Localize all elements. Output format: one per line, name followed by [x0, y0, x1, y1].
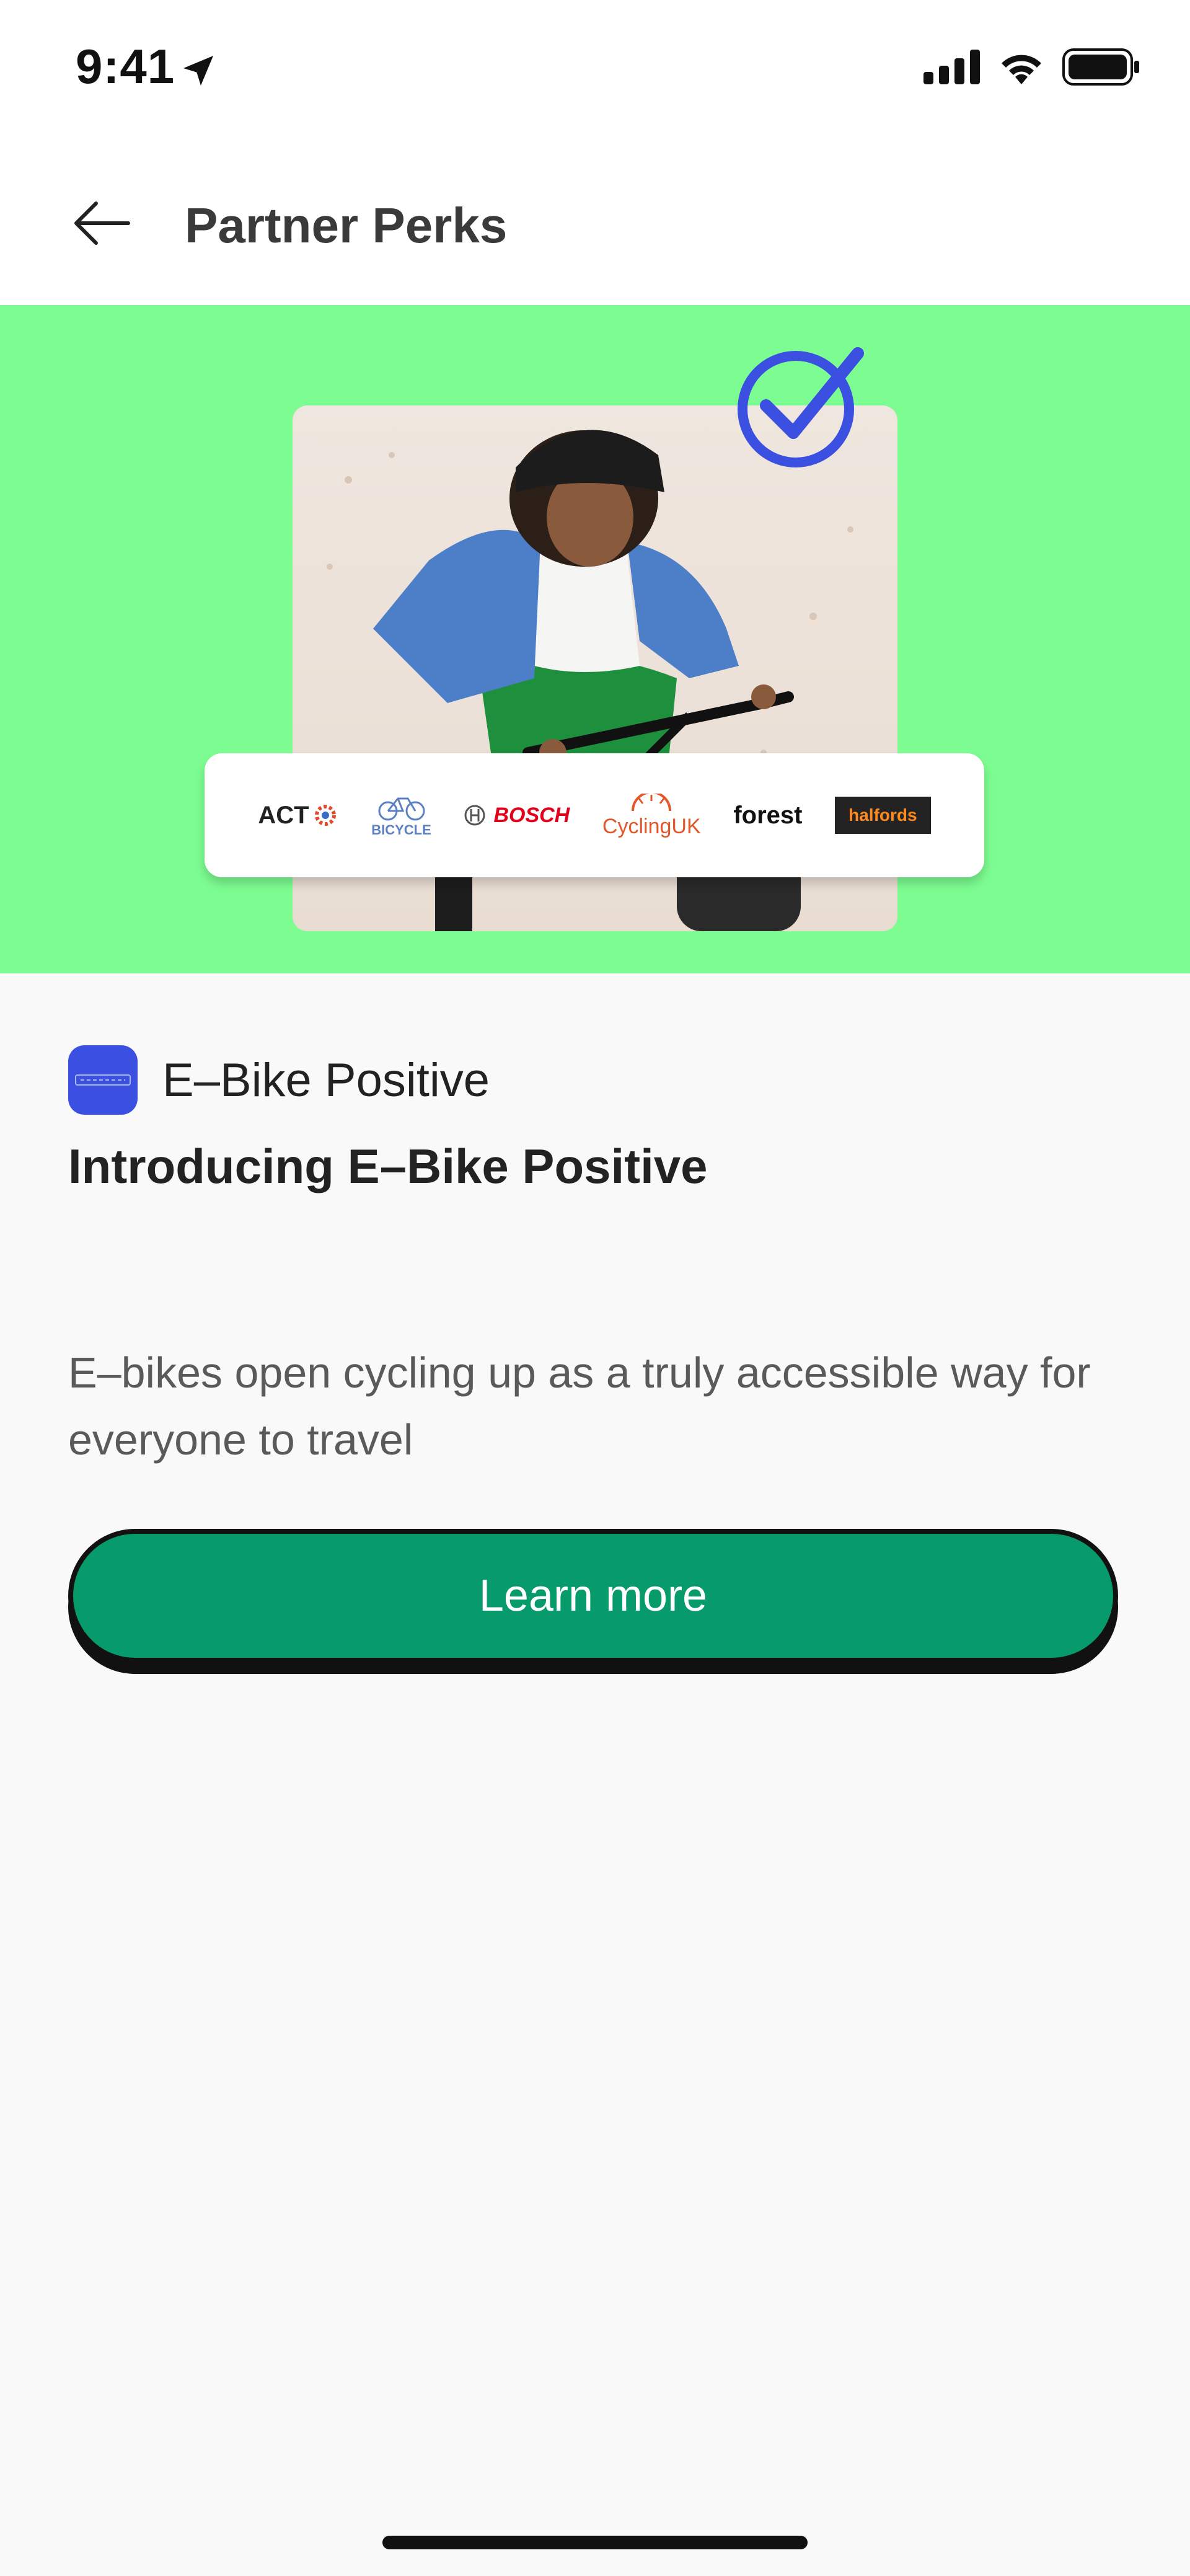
home-indicator[interactable]	[382, 2536, 808, 2549]
brand-row: E–Bike Positive	[68, 1045, 490, 1115]
learn-more-button[interactable]: Learn more	[68, 1529, 1118, 1663]
status-bar: 9:41	[0, 0, 1190, 143]
sunrise-icon	[632, 791, 672, 812]
perk-headline: Introducing E–Bike Positive	[68, 1139, 708, 1193]
back-button[interactable]	[68, 192, 136, 254]
brand-name: E–Bike Positive	[162, 1053, 490, 1107]
wifi-icon	[1002, 55, 1041, 84]
top-app-bar: Partner Perks	[0, 143, 1190, 305]
logo-bosch-text: BOSCH	[493, 803, 570, 827]
hero-banner: ACT BICYCLE BOSCH CyclingUK forest halfo…	[0, 305, 1190, 973]
status-indicators	[923, 48, 1140, 86]
page-title: Partner Perks	[185, 198, 508, 253]
logo-act-text: ACT	[258, 801, 309, 829]
logo-bosch: BOSCH	[464, 803, 570, 828]
logo-forest: forest	[733, 801, 803, 829]
cellular-signal-icon	[923, 50, 980, 84]
logo-bicycle-association: BICYCLE	[371, 794, 431, 837]
status-time: 9:41	[76, 39, 175, 94]
learn-more-label: Learn more	[478, 1571, 708, 1621]
battery-icon	[1062, 48, 1139, 86]
partner-logos-strip: ACT BICYCLE BOSCH CyclingUK forest halfo…	[205, 753, 984, 877]
logo-cycling-text: CyclingUK	[602, 815, 701, 838]
check-badge-icon	[738, 347, 864, 467]
perk-description: E–bikes open cycling up as a truly acces…	[68, 1348, 1091, 1464]
gear-icon	[314, 805, 336, 826]
back-arrow-icon	[74, 201, 130, 245]
logo-bicycle-text: BICYCLE	[371, 822, 431, 838]
location-arrow-icon	[183, 56, 213, 86]
logo-act: ACT	[258, 802, 338, 830]
brand-logo-icon	[68, 1045, 138, 1115]
bosch-armature-icon	[464, 805, 485, 826]
logo-cycling-uk: CyclingUK	[602, 791, 701, 838]
logo-halfords: halfords	[835, 797, 931, 834]
bicycle-icon	[378, 797, 425, 821]
